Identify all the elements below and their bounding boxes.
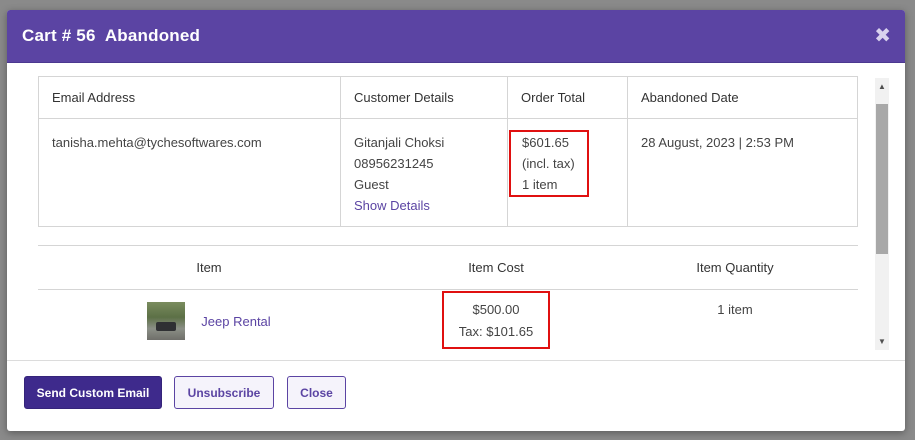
close-icon[interactable]: ✖ [874, 26, 891, 46]
header-order-total: Order Total [507, 76, 628, 119]
scroll-up-icon[interactable]: ▲ [875, 81, 889, 93]
order-total-cell: $601.65 (incl. tax) 1 item [507, 118, 628, 227]
cart-items-table: Item Item Cost Item Quantity Jeep Rental [38, 245, 858, 350]
header-item-quantity: Item Quantity [612, 245, 858, 290]
item-cell: Jeep Rental [38, 290, 380, 351]
customer-cell: Gitanjali Choksi 08956231245 Guest Show … [340, 118, 508, 227]
abandoned-date-cell: 28 August, 2023 | 2:53 PM [627, 118, 858, 227]
table-row: Jeep Rental $500.00 Tax: $101.65 1 item [38, 290, 858, 351]
close-button[interactable]: Close [287, 376, 346, 409]
scroll-down-icon[interactable]: ▼ [875, 336, 889, 348]
modal-header: Cart # 56 Abandoned [7, 10, 905, 63]
order-total-items: 1 item [522, 177, 558, 192]
item-name-link[interactable]: Jeep Rental [201, 314, 270, 329]
email-value: tanisha.mehta@tychesoftwares.com [52, 135, 262, 150]
modal-scrollbar[interactable]: ▲ ▼ [875, 78, 889, 350]
customer-phone: 08956231245 [354, 156, 434, 171]
table-row: tanisha.mehta@tychesoftwares.com Gitanja… [38, 118, 858, 227]
order-total-tax-note: (incl. tax) [522, 156, 575, 171]
item-quantity-value: 1 item [717, 302, 753, 317]
customer-type: Guest [354, 177, 389, 192]
item-cost-value: $500.00 [472, 302, 520, 317]
items-header-row: Item Item Cost Item Quantity [38, 245, 858, 290]
item-cost-cell: $500.00 Tax: $101.65 [380, 290, 612, 351]
abandoned-date-value: 28 August, 2023 | 2:53 PM [641, 135, 794, 150]
cart-summary-table: Email Address Customer Details Order Tot… [38, 76, 858, 227]
header-item: Item [38, 245, 380, 290]
send-custom-email-button[interactable]: Send Custom Email [24, 376, 162, 409]
header-abandoned-date: Abandoned Date [627, 76, 858, 119]
table-header-row: Email Address Customer Details Order Tot… [38, 76, 858, 119]
scroll-thumb[interactable] [876, 104, 888, 254]
unsubscribe-button[interactable]: Unsubscribe [174, 376, 274, 409]
show-details-link[interactable]: Show Details [354, 195, 494, 216]
item-tax-value: Tax: $101.65 [458, 324, 534, 339]
modal-footer: Send Custom Email Unsubscribe Close [7, 361, 905, 431]
customer-name: Gitanjali Choksi [354, 135, 445, 150]
email-cell: tanisha.mehta@tychesoftwares.com [38, 118, 341, 227]
header-email: Email Address [38, 76, 341, 119]
modal-title: Cart # 56 Abandoned [22, 26, 201, 45]
modal-body: Email Address Customer Details Order Tot… [7, 64, 905, 361]
order-total-highlight: $601.65 (incl. tax) 1 item [509, 130, 589, 197]
product-thumbnail [147, 302, 186, 340]
car-image-icon [156, 322, 177, 331]
header-item-cost: Item Cost [380, 245, 612, 290]
item-quantity-cell: 1 item [612, 290, 858, 351]
item-cost-highlight: $500.00 Tax: $101.65 [441, 291, 551, 349]
header-customer-details: Customer Details [340, 76, 508, 119]
order-total-amount: $601.65 [522, 135, 569, 150]
cart-detail-modal: Cart # 56 Abandoned ✖ Email Address Cust… [7, 10, 905, 431]
item-info: Jeep Rental [39, 302, 379, 340]
cart-content: Email Address Customer Details Order Tot… [38, 76, 858, 350]
